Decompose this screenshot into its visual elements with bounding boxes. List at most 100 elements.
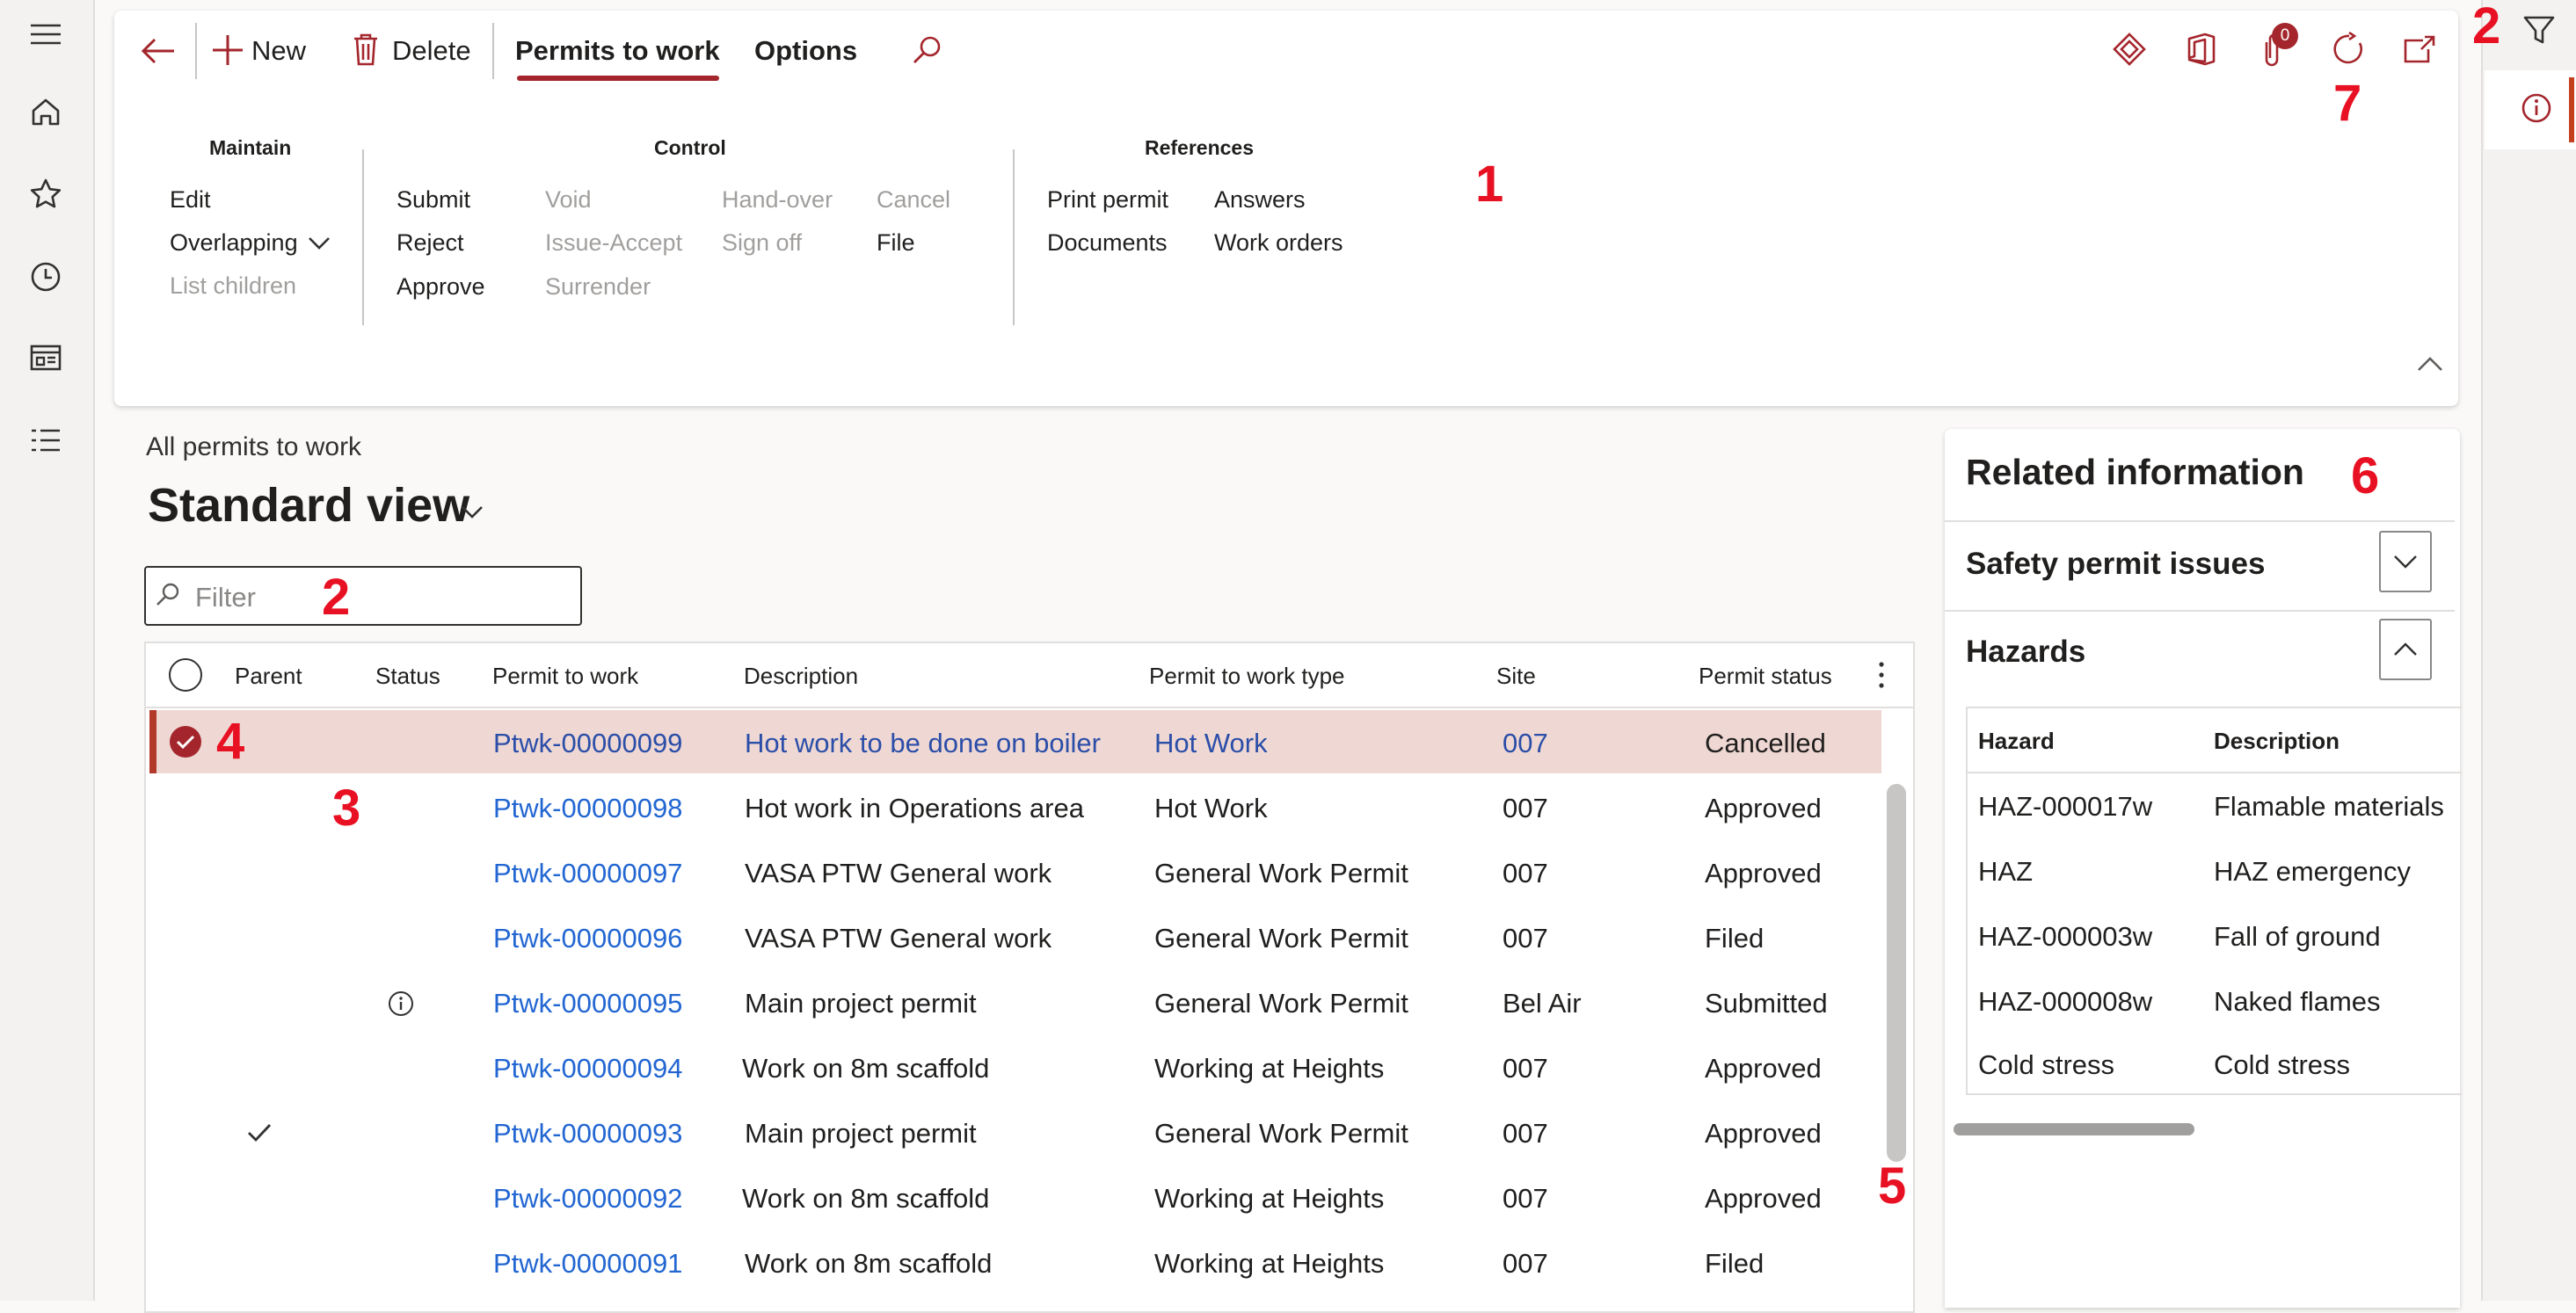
approve-button[interactable]: Approve <box>397 273 485 301</box>
edit-button[interactable]: Edit <box>170 186 211 214</box>
plus-icon <box>211 33 244 67</box>
column-header-permit-type[interactable]: Permit to work type <box>1149 663 1345 690</box>
list-children-button[interactable]: List children <box>170 272 296 300</box>
table-row-selected[interactable]: Ptwk-00000099 Hot work to be done on boi… <box>149 710 1881 773</box>
column-header-status[interactable]: Status <box>375 663 440 690</box>
collapse-ribbon-chevron-up-icon[interactable] <box>2416 353 2444 374</box>
office-icon[interactable] <box>2186 32 2217 67</box>
hazard-row[interactable]: Cold stress Cold stress <box>1968 1034 2462 1092</box>
filter-input[interactable]: Filter <box>144 566 582 626</box>
permit-id-link[interactable]: Ptwk-00000096 <box>493 923 682 954</box>
hand-over-button[interactable]: Hand-over <box>722 186 833 214</box>
attachments-count-badge: 0 <box>2272 23 2298 49</box>
permit-id-link[interactable]: Ptwk-00000097 <box>493 858 682 889</box>
permit-id-link[interactable]: Ptwk-00000094 <box>493 1053 682 1084</box>
refresh-icon[interactable] <box>2332 32 2367 67</box>
hazards-factbox-header[interactable]: Hazards <box>1945 612 2455 693</box>
filter-funnel-icon[interactable] <box>2521 12 2557 47</box>
hazards-horizontal-scrollbar[interactable] <box>1954 1123 2194 1135</box>
issue-accept-button[interactable]: Issue-Accept <box>545 229 682 257</box>
tab-options-label: Options <box>754 35 858 66</box>
chevron-down-icon <box>2391 552 2420 571</box>
site-cell: 007 <box>1503 1053 1548 1084</box>
cancel-button[interactable]: Cancel <box>877 186 950 214</box>
site-cell: 007 <box>1503 728 1548 758</box>
hazards-table-header: Hazard Description <box>1968 708 2462 773</box>
callout-6: 6 <box>2351 447 2380 504</box>
clock-icon[interactable] <box>27 258 64 295</box>
table-row[interactable]: Ptwk-00000095 Main project permit Genera… <box>149 970 1881 1035</box>
permit-id-link[interactable]: Ptwk-00000095 <box>493 988 682 1019</box>
column-header-permit-to-work[interactable]: Permit to work <box>492 663 638 690</box>
view-selector[interactable]: Standard view <box>146 478 498 540</box>
info-pane-tab[interactable] <box>2485 70 2576 149</box>
submit-button[interactable]: Submit <box>397 186 470 214</box>
column-header-permit-status[interactable]: Permit status <box>1699 663 1832 690</box>
delete-button[interactable]: Delete <box>352 28 492 72</box>
toolbar-divider <box>492 23 494 79</box>
safety-permit-issues-factbox[interactable]: Safety permit issues <box>1945 522 2455 605</box>
print-permit-button[interactable]: Print permit <box>1047 186 1168 214</box>
file-button[interactable]: File <box>877 229 915 257</box>
overlapping-dropdown[interactable]: Overlapping <box>170 227 346 258</box>
hazard-row[interactable]: HAZ HAZ emergency <box>1968 838 2462 903</box>
answers-button[interactable]: Answers <box>1214 186 1306 214</box>
hamburger-menu-icon[interactable] <box>27 16 64 53</box>
table-row[interactable]: Ptwk-00000096 VASA PTW General work Gene… <box>149 905 1881 970</box>
work-orders-button[interactable]: Work orders <box>1214 229 1343 257</box>
table-row[interactable]: Ptwk-00000093 Main project permit Genera… <box>149 1100 1881 1165</box>
permit-id-link[interactable]: Ptwk-00000093 <box>493 1118 682 1150</box>
status-info-icon[interactable] <box>388 990 414 1017</box>
permit-id-link[interactable]: Ptwk-00000091 <box>493 1248 682 1280</box>
permit-id-link[interactable]: Ptwk-00000099 <box>493 728 682 759</box>
reject-button[interactable]: Reject <box>397 229 464 257</box>
workspace-icon[interactable] <box>27 339 64 376</box>
surrender-button[interactable]: Surrender <box>545 273 651 301</box>
description-cell: Work on 8m scaffold <box>745 1248 993 1279</box>
collapse-hazards-button[interactable] <box>2379 619 2432 680</box>
column-header-description[interactable]: Description <box>744 663 858 690</box>
table-row[interactable]: Ptwk-00000094 Work on 8m scaffold Workin… <box>149 1035 1881 1100</box>
tab-permits-to-work[interactable]: Permits to work <box>515 28 723 88</box>
more-options-icon[interactable] <box>1876 659 1887 691</box>
hazard-row[interactable]: HAZ-000008w Naked flames <box>1968 968 2462 1034</box>
table-row[interactable]: Ptwk-00000097 VASA PTW General work Gene… <box>149 840 1881 905</box>
expand-safety-button[interactable] <box>2379 531 2432 592</box>
group-title-maintain: Maintain <box>209 136 292 159</box>
sign-off-button[interactable]: Sign off <box>722 229 802 257</box>
table-row[interactable]: Ptwk-00000091 Work on 8m scaffold Workin… <box>149 1230 1881 1295</box>
left-navigation-bar <box>0 0 95 1301</box>
column-header-site[interactable]: Site <box>1496 663 1536 690</box>
tab-options[interactable]: Options <box>754 28 869 72</box>
description-cell: VASA PTW General work <box>745 923 1052 954</box>
permit-id-link[interactable]: Ptwk-00000098 <box>493 793 682 824</box>
overlapping-label: Overlapping <box>170 229 298 256</box>
search-icon[interactable] <box>909 33 944 69</box>
void-button[interactable]: Void <box>545 186 592 214</box>
star-icon[interactable] <box>27 176 64 213</box>
description-cell: Main project permit <box>745 988 977 1019</box>
hazard-row[interactable]: HAZ-000017w Flamable materials <box>1968 773 2462 838</box>
row-selected-checkmark-icon[interactable] <box>168 724 203 759</box>
open-in-new-window-icon[interactable] <box>2402 33 2437 65</box>
group-title-control: Control <box>654 136 726 159</box>
table-row[interactable]: Ptwk-00000092 Work on 8m scaffold Workin… <box>149 1165 1881 1230</box>
home-icon[interactable] <box>27 93 64 130</box>
info-icon <box>2520 91 2553 125</box>
select-all-checkbox[interactable] <box>168 657 203 693</box>
new-button[interactable]: New <box>211 28 317 72</box>
grid-vertical-scrollbar[interactable] <box>1887 784 1906 1162</box>
column-header-parent[interactable]: Parent <box>235 663 302 690</box>
description-cell: Work on 8m scaffold <box>742 1053 990 1084</box>
column-header-hazard[interactable]: Hazard <box>1978 728 2055 755</box>
back-arrow-icon[interactable] <box>139 35 178 67</box>
list-icon[interactable] <box>27 422 64 459</box>
column-header-description[interactable]: Description <box>2214 728 2340 755</box>
hazard-row[interactable]: HAZ-000003w Fall of ground <box>1968 903 2462 968</box>
permit-id-link[interactable]: Ptwk-00000092 <box>493 1183 682 1215</box>
table-row[interactable]: Ptwk-00000098 Hot work in Operations are… <box>149 775 1881 840</box>
hazard-id-cell: HAZ <box>1978 856 2033 887</box>
documents-button[interactable]: Documents <box>1047 229 1168 257</box>
power-apps-icon[interactable] <box>2112 32 2147 67</box>
tab-permits-to-work-label: Permits to work <box>515 35 720 66</box>
